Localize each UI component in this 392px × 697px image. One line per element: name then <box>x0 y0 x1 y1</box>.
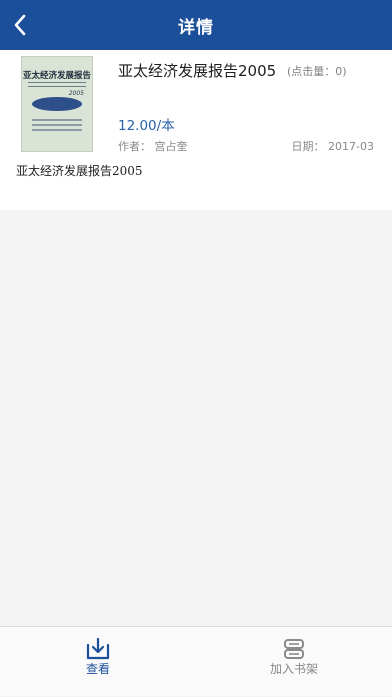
cover-year: 2005 <box>68 90 84 97</box>
cover-title: 亚太经济发展报告 <box>22 71 91 81</box>
book-date: 日期： 2017-03 <box>291 140 374 153</box>
read-tab-button[interactable]: 查看 <box>0 627 196 697</box>
book-cover[interactable]: 亚太经济发展报告 2005 <box>21 56 93 152</box>
book-author: 作者： 宫占奎 <box>118 140 188 153</box>
book-detail-card: 亚太经济发展报告 2005 亚太经济发展报告2005 (点击量：0) 12.00… <box>0 50 392 210</box>
header-bar: 详情 <box>0 0 392 50</box>
page-title: 详情 <box>178 17 214 38</box>
book-description: 亚太经济发展报告2005 <box>16 164 143 178</box>
add-to-shelf-tab-button[interactable]: 加入书架 <box>196 627 392 697</box>
read-tab-label: 查看 <box>85 662 110 676</box>
cover-text-lines <box>32 119 82 134</box>
bottom-tab-bar: 查看 加入书架 <box>0 626 392 696</box>
click-count: (点击量：0) <box>287 65 347 78</box>
book-price: 12.00/本 <box>118 118 175 134</box>
book-title: 亚太经济发展报告2005 <box>118 62 277 80</box>
download-tray-icon <box>86 637 110 660</box>
bookshelf-icon <box>284 639 304 659</box>
add-to-shelf-tab-label: 加入书架 <box>269 662 318 676</box>
cover-emblem <box>32 97 82 111</box>
cover-rule <box>28 82 86 87</box>
